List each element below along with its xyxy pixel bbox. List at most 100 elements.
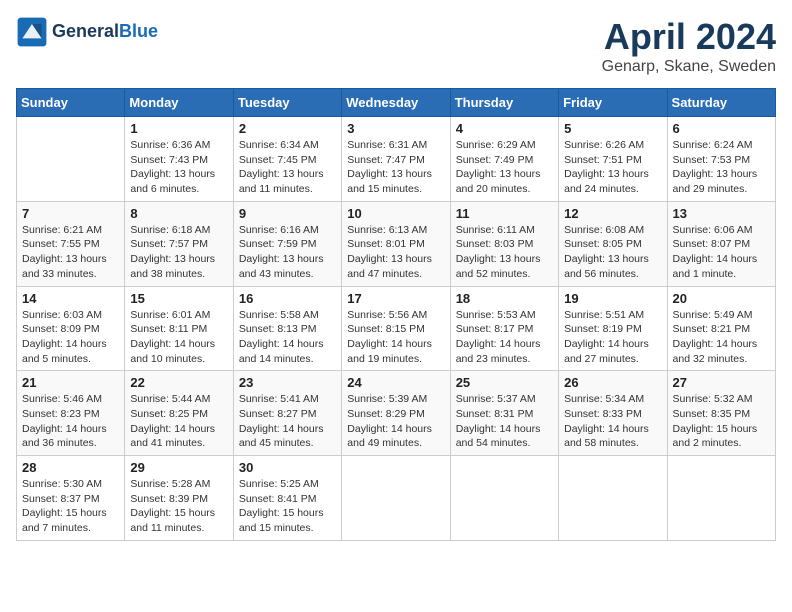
day-info: Sunrise: 6:08 AM Sunset: 8:05 PM Dayligh… <box>564 223 661 282</box>
day-info: Sunrise: 5:51 AM Sunset: 8:19 PM Dayligh… <box>564 308 661 367</box>
calendar-cell <box>17 117 125 202</box>
day-number: 25 <box>456 375 553 390</box>
day-number: 2 <box>239 121 336 136</box>
col-header-friday: Friday <box>559 89 667 117</box>
col-header-saturday: Saturday <box>667 89 775 117</box>
calendar-cell: 9 Sunrise: 6:16 AM Sunset: 7:59 PM Daylig… <box>233 201 341 286</box>
calendar-cell: 7 Sunrise: 6:21 AM Sunset: 7:55 PM Daylig… <box>17 201 125 286</box>
calendar-cell: 17 Sunrise: 5:56 AM Sunset: 8:15 PM Dayli… <box>342 286 450 371</box>
day-info: Sunrise: 5:49 AM Sunset: 8:21 PM Dayligh… <box>673 308 770 367</box>
day-number: 10 <box>347 206 444 221</box>
day-info: Sunrise: 6:13 AM Sunset: 8:01 PM Dayligh… <box>347 223 444 282</box>
day-info: Sunrise: 5:37 AM Sunset: 8:31 PM Dayligh… <box>456 392 553 451</box>
day-info: Sunrise: 5:25 AM Sunset: 8:41 PM Dayligh… <box>239 477 336 536</box>
col-header-monday: Monday <box>125 89 233 117</box>
day-info: Sunrise: 5:39 AM Sunset: 8:29 PM Dayligh… <box>347 392 444 451</box>
logo-text: GeneralBlue <box>52 22 158 42</box>
day-number: 8 <box>130 206 227 221</box>
day-number: 14 <box>22 291 119 306</box>
day-info: Sunrise: 6:01 AM Sunset: 8:11 PM Dayligh… <box>130 308 227 367</box>
col-header-wednesday: Wednesday <box>342 89 450 117</box>
title-block: April 2024 Genarp, Skane, Sweden <box>602 16 776 76</box>
logo-icon <box>16 16 48 48</box>
day-info: Sunrise: 6:06 AM Sunset: 8:07 PM Dayligh… <box>673 223 770 282</box>
day-number: 9 <box>239 206 336 221</box>
calendar-cell: 25 Sunrise: 5:37 AM Sunset: 8:31 PM Dayli… <box>450 371 558 456</box>
calendar-cell: 5 Sunrise: 6:26 AM Sunset: 7:51 PM Daylig… <box>559 117 667 202</box>
calendar-cell: 23 Sunrise: 5:41 AM Sunset: 8:27 PM Dayli… <box>233 371 341 456</box>
calendar-cell: 29 Sunrise: 5:28 AM Sunset: 8:39 PM Dayli… <box>125 456 233 541</box>
day-info: Sunrise: 6:16 AM Sunset: 7:59 PM Dayligh… <box>239 223 336 282</box>
day-info: Sunrise: 6:31 AM Sunset: 7:47 PM Dayligh… <box>347 138 444 197</box>
day-info: Sunrise: 6:34 AM Sunset: 7:45 PM Dayligh… <box>239 138 336 197</box>
day-info: Sunrise: 6:24 AM Sunset: 7:53 PM Dayligh… <box>673 138 770 197</box>
calendar-cell <box>667 456 775 541</box>
day-number: 18 <box>456 291 553 306</box>
day-info: Sunrise: 5:30 AM Sunset: 8:37 PM Dayligh… <box>22 477 119 536</box>
day-number: 20 <box>673 291 770 306</box>
calendar-cell: 18 Sunrise: 5:53 AM Sunset: 8:17 PM Dayli… <box>450 286 558 371</box>
calendar-cell: 16 Sunrise: 5:58 AM Sunset: 8:13 PM Dayli… <box>233 286 341 371</box>
day-info: Sunrise: 5:28 AM Sunset: 8:39 PM Dayligh… <box>130 477 227 536</box>
calendar-cell: 3 Sunrise: 6:31 AM Sunset: 7:47 PM Daylig… <box>342 117 450 202</box>
calendar-cell: 10 Sunrise: 6:13 AM Sunset: 8:01 PM Dayli… <box>342 201 450 286</box>
day-info: Sunrise: 6:03 AM Sunset: 8:09 PM Dayligh… <box>22 308 119 367</box>
day-info: Sunrise: 5:53 AM Sunset: 8:17 PM Dayligh… <box>456 308 553 367</box>
calendar-cell: 12 Sunrise: 6:08 AM Sunset: 8:05 PM Dayli… <box>559 201 667 286</box>
day-info: Sunrise: 5:56 AM Sunset: 8:15 PM Dayligh… <box>347 308 444 367</box>
col-header-tuesday: Tuesday <box>233 89 341 117</box>
day-number: 16 <box>239 291 336 306</box>
calendar-cell: 8 Sunrise: 6:18 AM Sunset: 7:57 PM Daylig… <box>125 201 233 286</box>
calendar-title: April 2024 <box>602 16 776 58</box>
calendar-cell: 2 Sunrise: 6:34 AM Sunset: 7:45 PM Daylig… <box>233 117 341 202</box>
day-number: 22 <box>130 375 227 390</box>
day-number: 26 <box>564 375 661 390</box>
day-number: 24 <box>347 375 444 390</box>
day-number: 30 <box>239 460 336 475</box>
day-info: Sunrise: 6:26 AM Sunset: 7:51 PM Dayligh… <box>564 138 661 197</box>
day-number: 29 <box>130 460 227 475</box>
day-number: 13 <box>673 206 770 221</box>
day-info: Sunrise: 5:32 AM Sunset: 8:35 PM Dayligh… <box>673 392 770 451</box>
calendar-cell: 19 Sunrise: 5:51 AM Sunset: 8:19 PM Dayli… <box>559 286 667 371</box>
calendar-cell: 27 Sunrise: 5:32 AM Sunset: 8:35 PM Dayli… <box>667 371 775 456</box>
calendar-cell: 30 Sunrise: 5:25 AM Sunset: 8:41 PM Dayli… <box>233 456 341 541</box>
day-number: 3 <box>347 121 444 136</box>
day-number: 5 <box>564 121 661 136</box>
calendar-cell <box>450 456 558 541</box>
calendar-cell: 24 Sunrise: 5:39 AM Sunset: 8:29 PM Dayli… <box>342 371 450 456</box>
calendar-cell: 11Sunrise: 6:11 AM Sunset: 8:03 PM Dayli… <box>450 201 558 286</box>
day-info: Sunrise: 5:58 AM Sunset: 8:13 PM Dayligh… <box>239 308 336 367</box>
day-info: Sunrise: 5:44 AM Sunset: 8:25 PM Dayligh… <box>130 392 227 451</box>
calendar-cell: 20 Sunrise: 5:49 AM Sunset: 8:21 PM Dayli… <box>667 286 775 371</box>
calendar-cell: 13 Sunrise: 6:06 AM Sunset: 8:07 PM Dayli… <box>667 201 775 286</box>
col-header-thursday: Thursday <box>450 89 558 117</box>
day-info: Sunrise: 6:18 AM Sunset: 7:57 PM Dayligh… <box>130 223 227 282</box>
calendar-table: SundayMondayTuesdayWednesdayThursdayFrid… <box>16 88 776 541</box>
calendar-cell: 21Sunrise: 5:46 AM Sunset: 8:23 PM Dayli… <box>17 371 125 456</box>
calendar-cell: 14 Sunrise: 6:03 AM Sunset: 8:09 PM Dayli… <box>17 286 125 371</box>
day-info: Sunrise: 6:29 AM Sunset: 7:49 PM Dayligh… <box>456 138 553 197</box>
col-header-sunday: Sunday <box>17 89 125 117</box>
calendar-cell: 22 Sunrise: 5:44 AM Sunset: 8:25 PM Dayli… <box>125 371 233 456</box>
logo: GeneralBlue <box>16 16 158 48</box>
day-number: 23 <box>239 375 336 390</box>
day-info: Sunrise: 5:34 AM Sunset: 8:33 PM Dayligh… <box>564 392 661 451</box>
day-number: 11 <box>456 206 553 221</box>
day-number: 19 <box>564 291 661 306</box>
day-number: 7 <box>22 206 119 221</box>
day-info: Sunrise: 5:41 AM Sunset: 8:27 PM Dayligh… <box>239 392 336 451</box>
day-number: 1 <box>130 121 227 136</box>
day-number: 4 <box>456 121 553 136</box>
calendar-cell: 15Sunrise: 6:01 AM Sunset: 8:11 PM Dayli… <box>125 286 233 371</box>
day-info: Sunrise: 5:46 AM Sunset: 8:23 PM Dayligh… <box>22 392 119 451</box>
day-number: 27 <box>673 375 770 390</box>
page-header: GeneralBlue April 2024 Genarp, Skane, Sw… <box>16 16 776 76</box>
calendar-subtitle: Genarp, Skane, Sweden <box>602 58 776 76</box>
day-number: 12 <box>564 206 661 221</box>
day-number: 17 <box>347 291 444 306</box>
calendar-cell <box>559 456 667 541</box>
calendar-cell: 26 Sunrise: 5:34 AM Sunset: 8:33 PM Dayli… <box>559 371 667 456</box>
day-info: Sunrise: 6:21 AM Sunset: 7:55 PM Dayligh… <box>22 223 119 282</box>
calendar-cell: 28Sunrise: 5:30 AM Sunset: 8:37 PM Dayli… <box>17 456 125 541</box>
